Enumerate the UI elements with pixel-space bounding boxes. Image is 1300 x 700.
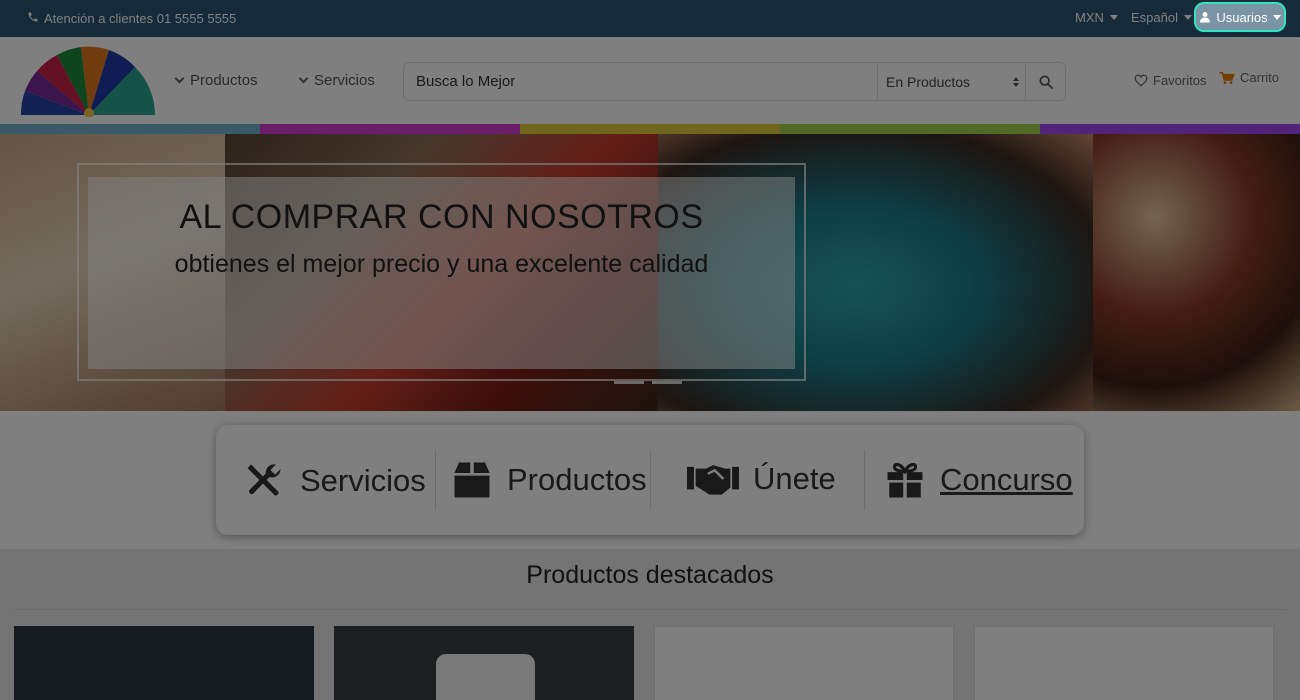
carousel-dot[interactable] [614, 381, 644, 384]
box-icon [454, 462, 490, 498]
divider [14, 609, 1286, 610]
stripe-segment [1040, 124, 1300, 134]
cart-icon [1219, 71, 1235, 84]
stripe-segment [520, 124, 780, 134]
chevron-down-icon [298, 73, 309, 84]
handshake-icon [687, 465, 739, 495]
stripe-segment [780, 124, 1040, 134]
phone-icon [27, 11, 39, 26]
search-scope-label: En Productos [886, 73, 971, 90]
category-servicios[interactable]: Servicios [242, 459, 426, 503]
carousel-dot[interactable] [652, 381, 682, 384]
users-dropdown-wrapper: Usuarios [1194, 2, 1286, 32]
category-productos-label: Productos [507, 462, 647, 497]
stripe-segment [0, 124, 260, 134]
top-bar: Atención a clientes 01 5555 5555 MXN Esp… [0, 0, 1300, 38]
users-dropdown[interactable]: Usuarios [1194, 2, 1286, 32]
category-productos[interactable]: Productos [451, 459, 647, 501]
favorites-label: Favoritos [1153, 73, 1207, 88]
search-scope-select[interactable]: En Productos [877, 63, 1025, 100]
chevron-down-icon [174, 73, 185, 84]
users-label: Usuarios [1216, 9, 1268, 25]
product-card[interactable] [334, 626, 634, 700]
category-concurso-label: Concurso [940, 462, 1073, 497]
favorites-link[interactable]: Favoritos [1134, 73, 1206, 88]
hero-subtitle: obtienes el mejor precio y una excelente… [174, 250, 709, 278]
hero-title: AL COMPRAR CON NOSOTROS [179, 198, 704, 236]
user-icon [1200, 12, 1211, 23]
search-icon [1038, 74, 1053, 89]
support-text: Atención a clientes 01 5555 5555 [44, 11, 237, 26]
gift-icon [887, 462, 923, 498]
product-image [436, 654, 535, 700]
currency-dropdown[interactable]: MXN [1075, 10, 1118, 25]
caret-down-icon [1109, 15, 1118, 20]
divider [650, 450, 651, 510]
carousel-indicators [614, 381, 682, 384]
language-dropdown[interactable]: Español [1131, 10, 1192, 25]
stripe-segment [260, 124, 520, 134]
featured-title: Productos destacados [526, 561, 774, 589]
cart-label: Carrito [1240, 70, 1280, 85]
nav-productos[interactable]: Productos [174, 72, 258, 89]
tools-icon [247, 464, 281, 496]
select-arrows-icon [1013, 76, 1019, 87]
customer-support: Atención a clientes 01 5555 5555 [27, 11, 236, 26]
heart-icon [1134, 74, 1148, 87]
search-input[interactable] [404, 63, 877, 100]
product-card[interactable] [974, 626, 1274, 700]
category-unete-label: Únete [753, 461, 836, 496]
language-label: Español [1131, 10, 1178, 25]
category-servicios-label: Servicios [300, 463, 426, 498]
category-unete[interactable]: Únete [687, 459, 836, 499]
category-concurso[interactable]: Concurso [884, 459, 1073, 501]
product-card[interactable] [654, 626, 954, 700]
product-card[interactable] [14, 626, 314, 700]
search-bar: En Productos [403, 62, 1066, 101]
divider [864, 450, 865, 510]
nav-productos-label: Productos [190, 72, 258, 89]
search-button[interactable] [1025, 63, 1065, 100]
brand-logo[interactable] [17, 43, 155, 117]
main-header: Productos Servicios En Productos Favorit… [0, 39, 1300, 124]
divider [435, 450, 436, 510]
nav-servicios[interactable]: Servicios [298, 72, 375, 89]
caret-down-icon [1183, 15, 1192, 20]
hero-image-crafts [1093, 134, 1300, 411]
nav-servicios-label: Servicios [314, 72, 375, 89]
cart-link[interactable]: Carrito [1219, 70, 1279, 85]
caret-down-icon [1272, 14, 1281, 20]
color-stripe [0, 124, 1300, 134]
currency-label: MXN [1075, 10, 1104, 25]
